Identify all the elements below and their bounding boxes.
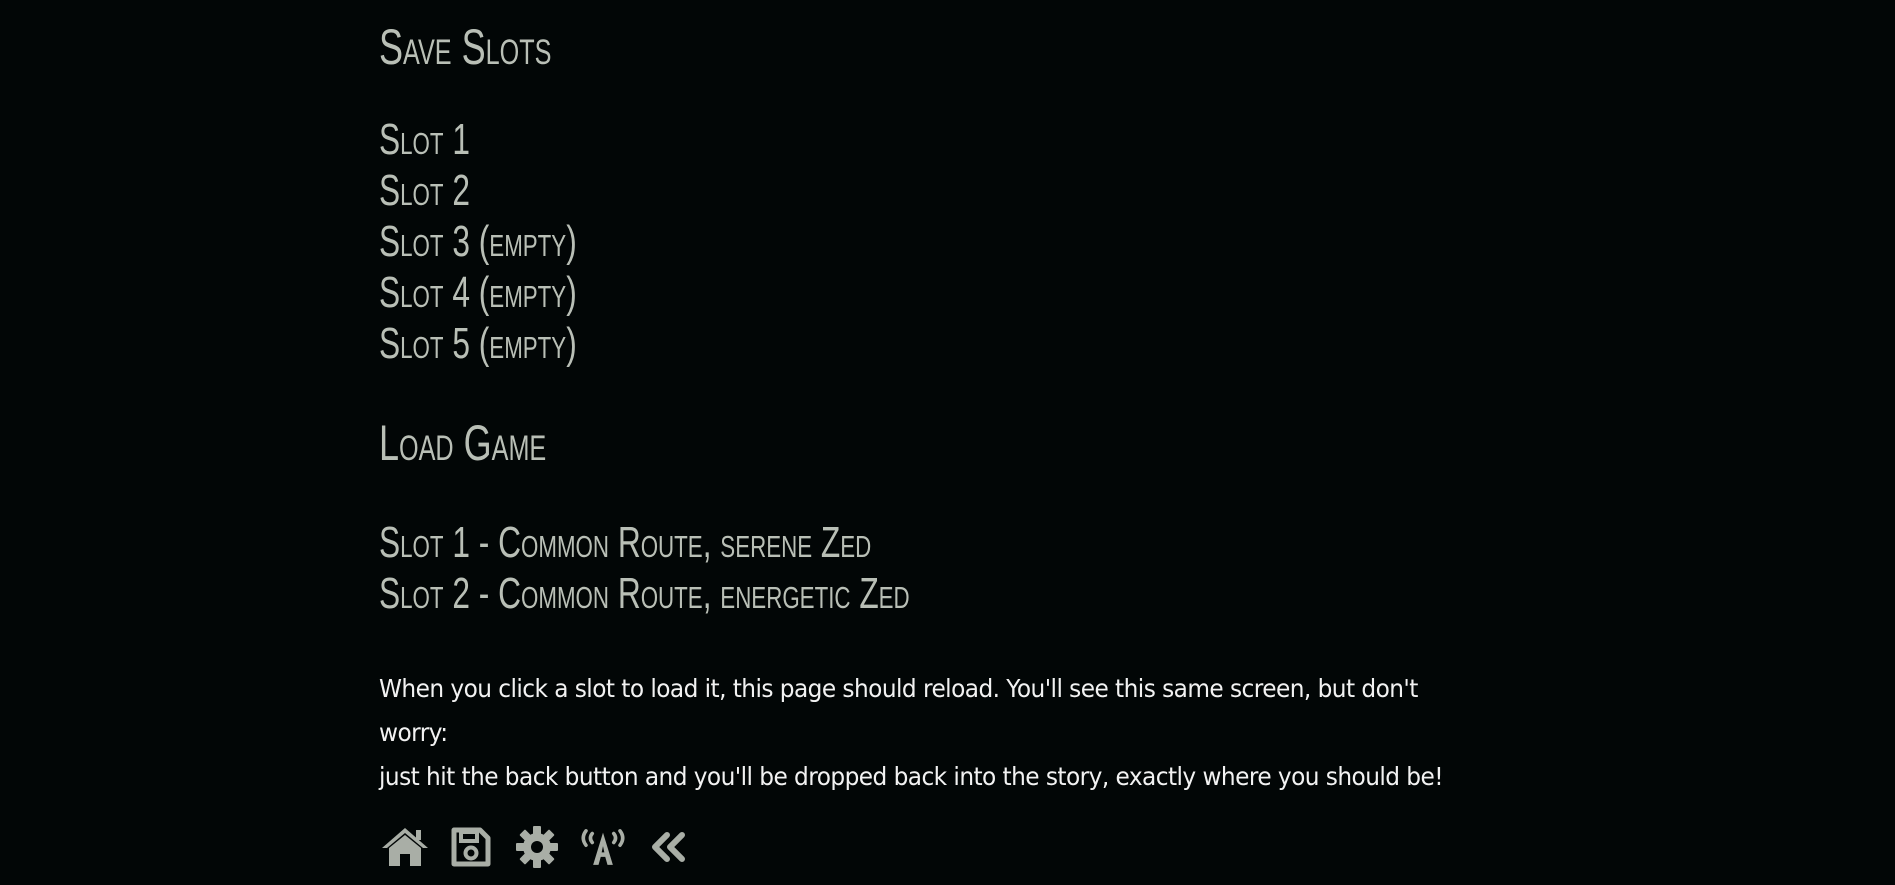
save-slot-5[interactable]: Slot 5 (empty) <box>379 318 577 369</box>
save-slot-1[interactable]: Slot 1 <box>379 114 577 165</box>
double-chevron-left-icon <box>652 832 685 862</box>
gear-icon <box>516 826 558 868</box>
load-slot-2[interactable]: Slot 2 - Common Route, energetic Zed <box>379 568 910 619</box>
settings-button[interactable] <box>511 823 563 871</box>
load-instructions-line-1: When you click a slot to load it, this p… <box>379 674 1418 747</box>
save-slot-3[interactable]: Slot 3 (empty) <box>379 216 577 267</box>
home-icon <box>382 828 428 866</box>
load-slot-1[interactable]: Slot 1 - Common Route, serene Zed <box>379 517 910 568</box>
bottom-toolbar <box>379 820 709 874</box>
save-button[interactable] <box>445 823 497 871</box>
save-slot-4[interactable]: Slot 4 (empty) <box>379 267 577 318</box>
save-slot-2[interactable]: Slot 2 <box>379 165 577 216</box>
accessibility-button[interactable] <box>577 823 629 871</box>
home-button[interactable] <box>379 823 431 871</box>
back-button[interactable] <box>643 823 695 871</box>
load-instructions: When you click a slot to load it, this p… <box>379 667 1476 799</box>
save-icon <box>451 827 491 867</box>
game-screen: Save Slots Slot 1 Slot 2 Slot 3 (empty) … <box>0 0 1895 885</box>
load-instructions-line-2: just hit the back button and you'll be d… <box>379 762 1444 791</box>
load-slot-list: Slot 1 - Common Route, serene Zed Slot 2… <box>379 517 1116 619</box>
load-game-heading: Load Game <box>379 415 547 471</box>
accessibility-broadcast-icon <box>581 829 625 865</box>
save-slot-list: Slot 1 Slot 2 Slot 3 (empty) Slot 4 (emp… <box>379 114 654 369</box>
save-slots-heading: Save Slots <box>379 19 552 75</box>
